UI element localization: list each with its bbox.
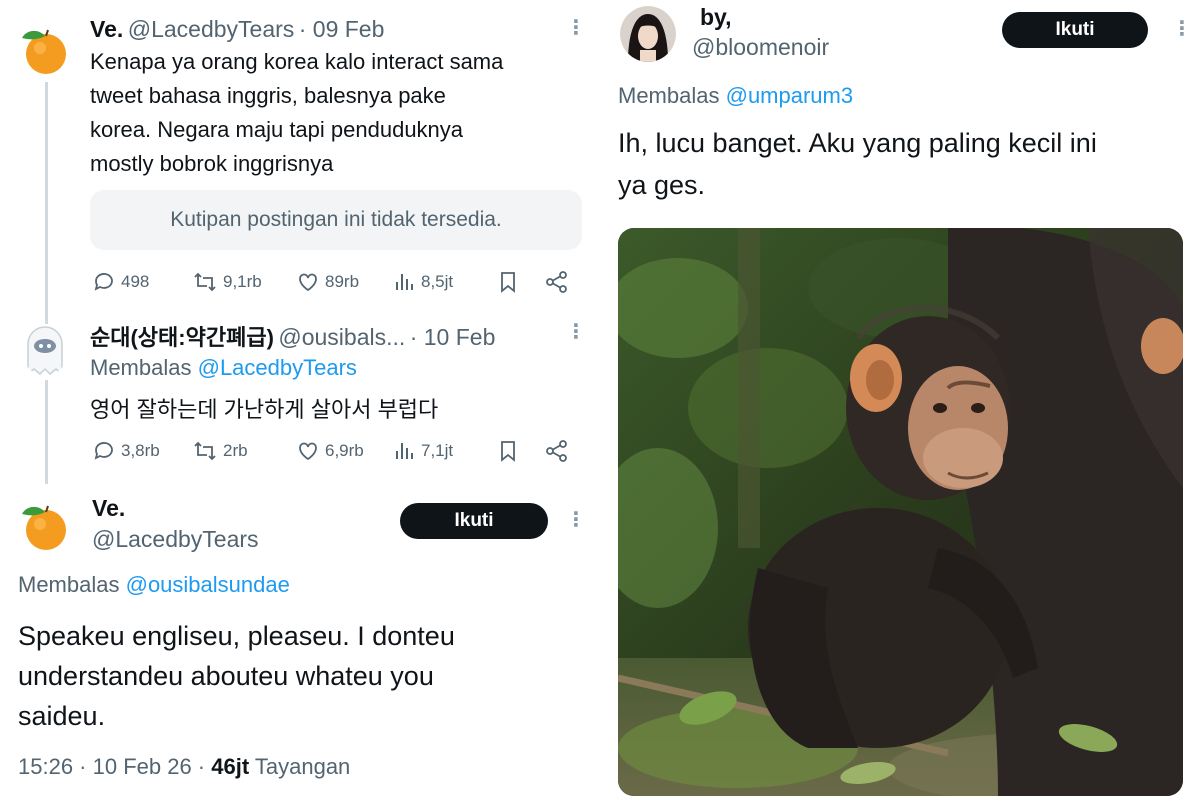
tweet-text: 영어 잘하는데 가난하게 살아서 부럽다 — [90, 397, 439, 422]
views-button[interactable]: 7,1jt — [394, 439, 453, 463]
like-count: 89rb — [325, 272, 360, 291]
tweet-text: Kenapa ya orang korea kalo interact sama… — [90, 45, 503, 181]
display-name[interactable]: Ve. — [92, 495, 125, 522]
user-handle[interactable]: @LacedbyTears — [92, 526, 259, 553]
repost-button[interactable]: 9,1rb — [192, 270, 262, 294]
display-name[interactable]: Ve. — [90, 16, 123, 42]
like-button[interactable]: 6,9rb — [296, 439, 364, 463]
reply-prefix: Membalas — [18, 572, 120, 597]
left-screenshot: Ve. @LacedbyTears · 09 Feb ⋮ Kenapa ya o… — [0, 0, 600, 800]
views-button[interactable]: 8,5jt — [394, 270, 453, 294]
more-options-icon[interactable]: ⋮ — [566, 322, 586, 342]
bookmark-icon[interactable] — [496, 439, 520, 463]
tweet-text-line: korea. Negara maju tapi penduduknya — [90, 117, 464, 142]
action-bar: 3,8rb 2rb 6,9rb 7,1jt — [90, 437, 582, 465]
display-name-text: Ve. — [92, 495, 126, 521]
reply-context: Membalas @umparum3 — [618, 83, 853, 109]
reply-prefix: Membalas — [618, 83, 720, 108]
follow-button[interactable]: Ikuti — [400, 503, 548, 539]
view-count: 8,5jt — [421, 272, 454, 291]
repost-icon — [194, 441, 216, 461]
tweet-header: 순대(상태:약간폐급) @ousibals... · 10 Feb — [90, 320, 495, 352]
more-options-icon[interactable]: ⋮ — [566, 18, 586, 38]
user-handle-text: @bloomenoir — [692, 34, 830, 60]
views-count: 46jt — [211, 754, 250, 779]
repost-icon — [194, 272, 216, 292]
display-name[interactable]: by, — [700, 4, 732, 31]
tweet-date[interactable]: · 09 Feb — [299, 16, 385, 42]
repost-count: 9,1rb — [223, 272, 262, 291]
orange-avatar-icon[interactable] — [18, 24, 72, 78]
reply-to-link[interactable]: @ousibalsundae — [126, 572, 290, 597]
reply-button[interactable]: 498 — [92, 270, 149, 294]
bookmark-icon[interactable] — [496, 270, 520, 294]
reply-context: Membalas @LacedbyTears — [90, 355, 357, 381]
tweet-text: Speakeu engliseu, pleaseu. I donteu unde… — [18, 616, 455, 736]
tweet-text-line: Speakeu engliseu, pleaseu. I donteu — [18, 621, 455, 651]
tweet-text: Ih, lucu banget. Aku yang paling kecil i… — [618, 122, 1097, 206]
user-handle[interactable]: @LacedbyTears — [128, 16, 295, 42]
tweet-text-line: mostly bobrok inggrisnya — [90, 151, 334, 176]
right-screenshot: by, @bloomenoir Ikuti ⋮ Membalas @umparu… — [600, 0, 1200, 800]
ghost-avatar-icon[interactable] — [22, 324, 68, 376]
chimpanzee-photo[interactable] — [618, 228, 1183, 796]
more-options-icon[interactable]: ⋮ — [1172, 19, 1192, 39]
views-chart-icon — [396, 443, 413, 459]
heart-icon — [299, 442, 317, 461]
share-icon[interactable] — [544, 270, 570, 294]
reply-prefix: Membalas — [90, 355, 192, 380]
views-label: Tayangan — [249, 754, 351, 779]
thread-line — [45, 82, 48, 324]
reply-count: 498 — [121, 272, 150, 291]
tweet-text-line: Ih, lucu banget. Aku yang paling kecil i… — [618, 128, 1097, 158]
like-count: 6,9rb — [325, 441, 364, 460]
tweet-header: Ve. @LacedbyTears · 09 Feb — [90, 16, 384, 43]
quote-unavailable: Kutipan postingan ini tidak tersedia. — [90, 190, 582, 250]
views-chart-icon — [396, 274, 413, 290]
more-options-icon[interactable]: ⋮ — [566, 510, 586, 530]
like-button[interactable]: 89rb — [296, 270, 359, 294]
reply-count: 3,8rb — [121, 441, 160, 460]
display-name-text: by, — [700, 4, 732, 30]
display-name[interactable]: 순대(상태:약간폐급) — [90, 325, 274, 350]
tweet-text-line: tweet bahasa inggris, balesnya pake — [90, 83, 446, 108]
reply-to-link[interactable]: @umparum3 — [726, 83, 854, 108]
tweet-text-line: saideu. — [18, 701, 106, 731]
share-icon[interactable] — [544, 439, 570, 463]
orange-avatar-icon[interactable] — [18, 500, 72, 554]
tweet-text-line: understandeu abouteu whateu you — [18, 661, 434, 691]
user-handle[interactable]: @bloomenoir — [692, 34, 829, 61]
action-bar: 498 9,1rb 89rb 8,5jt — [90, 268, 582, 296]
repost-count: 2rb — [223, 441, 248, 460]
tweet-date[interactable]: · 10 Feb — [410, 324, 496, 350]
user-handle-text: @LacedbyTears — [92, 526, 259, 552]
reply-icon — [94, 442, 113, 460]
tweet-meta: 15:26 · 10 Feb 26 · 46jt Tayangan — [18, 754, 350, 780]
follow-button[interactable]: Ikuti — [1002, 12, 1148, 48]
user-handle[interactable]: @ousibals... — [278, 324, 405, 350]
reply-context: Membalas @ousibalsundae — [18, 572, 290, 598]
tweet-text-line: Kenapa ya orang korea kalo interact sama — [90, 49, 504, 74]
heart-icon — [299, 273, 317, 292]
view-count: 7,1jt — [421, 441, 454, 460]
profile-avatar-icon[interactable] — [620, 6, 676, 62]
reply-to-link[interactable]: @LacedbyTears — [198, 355, 357, 380]
tweet-text-line: ya ges. — [618, 170, 706, 200]
thread-line — [45, 380, 48, 484]
reply-button[interactable]: 3,8rb — [92, 439, 160, 463]
repost-button[interactable]: 2rb — [192, 439, 248, 463]
tweet-timestamp[interactable]: 15:26 · 10 Feb 26 · — [18, 754, 211, 779]
reply-icon — [94, 273, 113, 291]
